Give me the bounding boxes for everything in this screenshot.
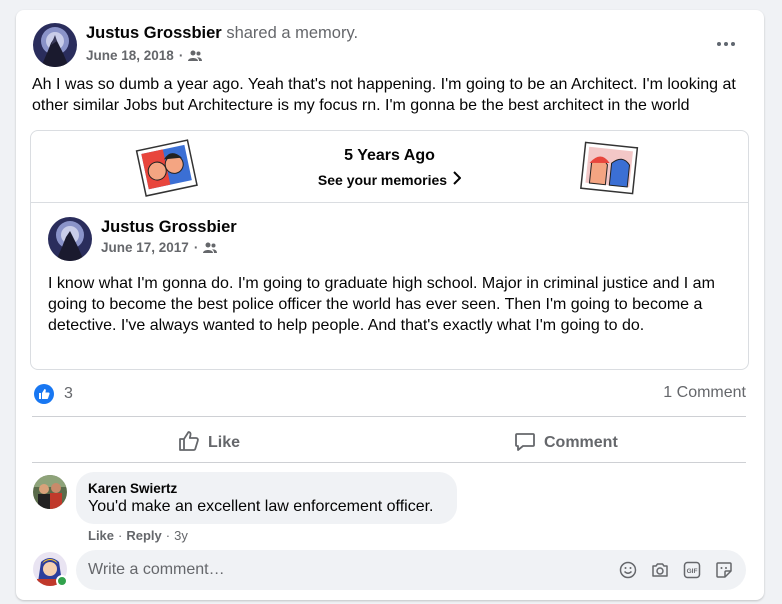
original-date[interactable]: June 17, 2017 xyxy=(101,240,189,255)
author-name[interactable]: Justus Grossbier xyxy=(86,24,222,42)
camera-icon[interactable] xyxy=(650,560,670,580)
original-meta: June 17, 2017 · xyxy=(101,240,218,255)
comment-bubble: Karen Swiertz You'd make an excellent la… xyxy=(76,472,457,524)
comment-count[interactable]: 1 Comment xyxy=(663,384,746,402)
post-card: Justus Grossbier shared a memory. June 1… xyxy=(16,10,764,600)
shared-text: shared a memory. xyxy=(226,24,359,42)
post-header: Justus Grossbier shared a memory. xyxy=(86,24,358,43)
comment-text: You'd make an excellent law enforcement … xyxy=(88,498,434,515)
friends-icon[interactable] xyxy=(188,50,203,62)
comment-bubble-icon xyxy=(514,430,536,457)
comment-time[interactable]: 3y xyxy=(174,528,188,543)
like-button[interactable]: Like xyxy=(178,426,240,460)
sticker-icon[interactable] xyxy=(714,560,734,580)
original-author-name[interactable]: Justus Grossbier xyxy=(101,218,237,237)
thumbs-up-icon xyxy=(178,430,200,457)
author-avatar[interactable] xyxy=(33,23,77,67)
gif-icon[interactable]: GIF xyxy=(682,560,702,580)
composer-icons: GIF xyxy=(618,560,734,580)
svg-text:GIF: GIF xyxy=(687,568,698,575)
original-author-avatar[interactable] xyxy=(48,217,92,261)
see-memories-label: See your memories xyxy=(317,171,448,188)
post-meta: June 18, 2018 · xyxy=(86,48,203,63)
commenter-avatar[interactable] xyxy=(33,475,67,509)
divider xyxy=(32,416,746,417)
commenter-name[interactable]: Karen Swiertz xyxy=(88,481,445,496)
friends-icon[interactable] xyxy=(203,242,218,254)
original-post-text: I know what I'm gonna do. I'm going to g… xyxy=(48,275,715,334)
memory-header: 5 Years Ago See your memories xyxy=(31,131,748,203)
comment-button[interactable]: Comment xyxy=(514,426,618,460)
online-status-indicator xyxy=(56,575,68,587)
chevron-right-icon xyxy=(453,171,462,188)
like-label: Like xyxy=(208,434,241,451)
comment-reply-link[interactable]: Reply xyxy=(126,528,161,543)
reaction-count: 3 xyxy=(64,385,73,402)
comment-label: Comment xyxy=(544,434,618,451)
more-options-icon[interactable] xyxy=(708,32,744,56)
comment-actions: Like · Reply · 3y xyxy=(88,528,188,543)
memory-card[interactable]: 5 Years Ago See your memories Justus Gro… xyxy=(30,130,749,370)
comment-input[interactable] xyxy=(88,561,618,579)
like-reaction-icon xyxy=(34,384,54,404)
post-text: Ah I was so dumb a year ago. Yeah that's… xyxy=(32,76,736,114)
memory-photo-right-icon xyxy=(577,139,639,195)
emoji-icon[interactable] xyxy=(618,560,638,580)
comment-composer[interactable]: GIF xyxy=(76,550,746,590)
divider xyxy=(32,462,746,463)
comment-like-link[interactable]: Like xyxy=(88,528,114,543)
reactions-summary[interactable]: 3 xyxy=(34,384,73,404)
post-date[interactable]: June 18, 2018 xyxy=(86,48,174,63)
